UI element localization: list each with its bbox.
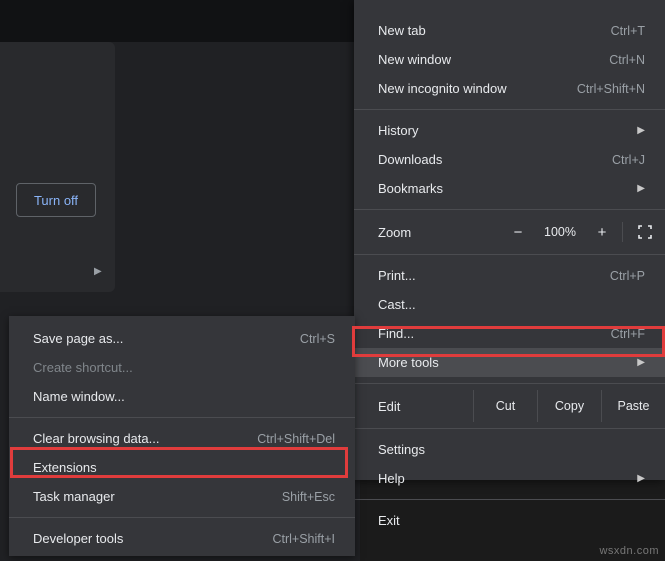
- menu-help[interactable]: Help ▶: [354, 464, 665, 493]
- copy-button[interactable]: Copy: [537, 390, 601, 422]
- chevron-right-icon: ▶: [637, 357, 645, 368]
- fullscreen-icon[interactable]: [625, 225, 665, 239]
- watermark: wsxdn.com: [599, 545, 659, 557]
- menu-label: Create shortcut...: [33, 360, 133, 375]
- submenu-name-window[interactable]: Name window...: [9, 382, 355, 411]
- menu-label: Cast...: [378, 297, 416, 312]
- menu-label: Settings: [378, 442, 425, 457]
- menu-exit[interactable]: Exit: [354, 506, 665, 535]
- separator: [9, 417, 355, 418]
- menu-label: Save page as...: [33, 331, 123, 346]
- menu-settings[interactable]: Settings: [354, 435, 665, 464]
- separator: [622, 222, 623, 242]
- menu-new-incognito[interactable]: New incognito window Ctrl+Shift+N: [354, 74, 665, 103]
- menu-shortcut: Ctrl+J: [612, 153, 645, 167]
- menu-label: New incognito window: [378, 81, 507, 96]
- submenu-clear-browsing[interactable]: Clear browsing data... Ctrl+Shift+Del: [9, 424, 355, 453]
- menu-label: Print...: [378, 268, 416, 283]
- menu-shortcut: Ctrl+Shift+I: [272, 532, 335, 546]
- menu-label: Clear browsing data...: [33, 431, 159, 446]
- menu-shortcut: Ctrl+T: [611, 24, 645, 38]
- menu-shortcut: Shift+Esc: [282, 490, 335, 504]
- menu-label: Find...: [378, 326, 414, 341]
- submenu-task-manager[interactable]: Task manager Shift+Esc: [9, 482, 355, 511]
- submenu-developer-tools[interactable]: Developer tools Ctrl+Shift+I: [9, 524, 355, 553]
- menu-cast[interactable]: Cast...: [354, 290, 665, 319]
- side-panel: [0, 42, 115, 292]
- zoom-label: Zoom: [378, 225, 500, 240]
- menu-label: Developer tools: [33, 531, 123, 546]
- menu-zoom: Zoom − 100% +: [354, 216, 665, 248]
- menu-label: Downloads: [378, 152, 442, 167]
- menu-new-tab[interactable]: New tab Ctrl+T: [354, 16, 665, 45]
- separator: [354, 428, 665, 429]
- menu-shortcut: Ctrl+P: [610, 269, 645, 283]
- separator: [354, 383, 665, 384]
- separator: [9, 517, 355, 518]
- menu-label: New window: [378, 52, 451, 67]
- separator: [354, 499, 665, 500]
- menu-label: Help: [378, 471, 405, 486]
- edit-label: Edit: [378, 399, 473, 414]
- separator: [354, 109, 665, 110]
- menu-label: History: [378, 123, 418, 138]
- menu-label: Exit: [378, 513, 400, 528]
- menu-label: Extensions: [33, 460, 97, 475]
- menu-downloads[interactable]: Downloads Ctrl+J: [354, 145, 665, 174]
- chevron-right-icon: ▶: [94, 266, 102, 277]
- menu-shortcut: Ctrl+S: [300, 332, 335, 346]
- paste-button[interactable]: Paste: [601, 390, 665, 422]
- menu-edit: Edit Cut Copy Paste: [354, 390, 665, 422]
- menu-new-window[interactable]: New window Ctrl+N: [354, 45, 665, 74]
- menu-shortcut: Ctrl+Shift+Del: [257, 432, 335, 446]
- menu-shortcut: Ctrl+Shift+N: [577, 82, 645, 96]
- separator: [354, 209, 665, 210]
- submenu-create-shortcut: Create shortcut...: [9, 353, 355, 382]
- turn-off-button[interactable]: Turn off: [16, 183, 96, 217]
- chevron-right-icon: ▶: [637, 473, 645, 484]
- main-menu: New tab Ctrl+T New window Ctrl+N New inc…: [354, 0, 665, 480]
- menu-find[interactable]: Find... Ctrl+F: [354, 319, 665, 348]
- separator: [354, 254, 665, 255]
- more-tools-submenu: Save page as... Ctrl+S Create shortcut..…: [9, 316, 355, 556]
- cut-button[interactable]: Cut: [473, 390, 537, 422]
- menu-print[interactable]: Print... Ctrl+P: [354, 261, 665, 290]
- chevron-right-icon: ▶: [637, 125, 645, 136]
- zoom-in-button[interactable]: +: [584, 224, 620, 241]
- menu-shortcut: Ctrl+N: [609, 53, 645, 67]
- menu-shortcut: Ctrl+F: [611, 327, 645, 341]
- chevron-right-icon: ▶: [637, 183, 645, 194]
- menu-label: New tab: [378, 23, 426, 38]
- zoom-out-button[interactable]: −: [500, 224, 536, 241]
- menu-label: Bookmarks: [378, 181, 443, 196]
- zoom-value: 100%: [536, 225, 584, 239]
- menu-bookmarks[interactable]: Bookmarks ▶: [354, 174, 665, 203]
- menu-more-tools[interactable]: More tools ▶: [354, 348, 665, 377]
- menu-history[interactable]: History ▶: [354, 116, 665, 145]
- submenu-save-page[interactable]: Save page as... Ctrl+S: [9, 324, 355, 353]
- submenu-extensions[interactable]: Extensions: [9, 453, 355, 482]
- app-topbar: [0, 0, 360, 42]
- menu-label: Name window...: [33, 389, 125, 404]
- menu-label: More tools: [378, 355, 439, 370]
- menu-label: Task manager: [33, 489, 115, 504]
